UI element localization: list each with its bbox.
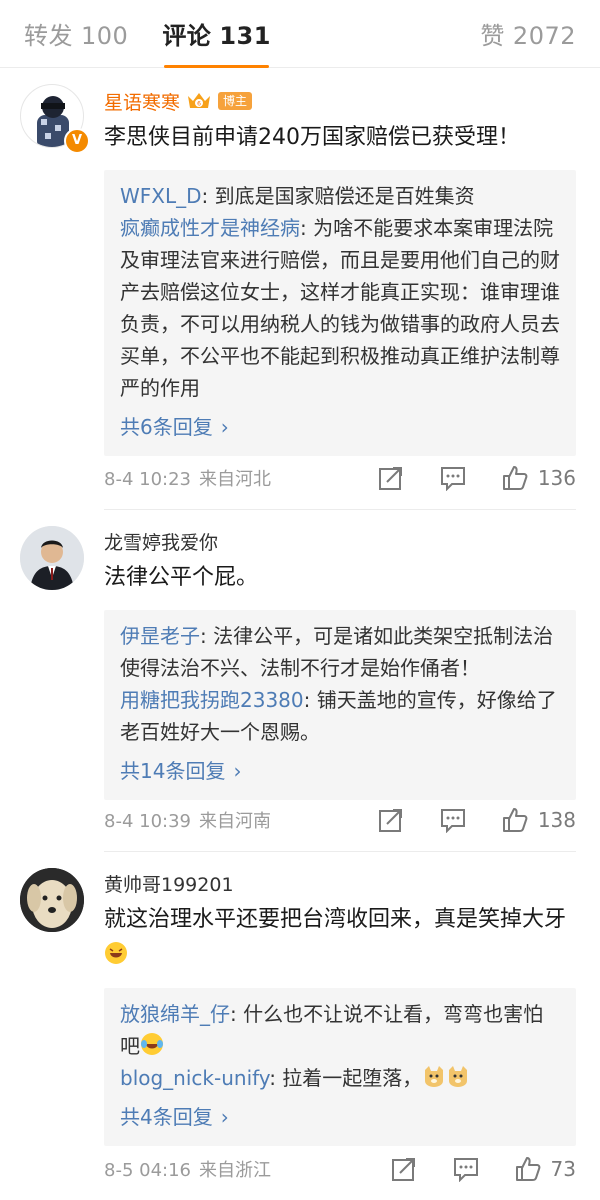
comment-meta: 8-5 04:16 来自浙江 [104, 1156, 391, 1182]
thumbs-up-icon[interactable] [515, 1156, 541, 1182]
reply-user[interactable]: 用糖把我拐跑23380 [120, 688, 304, 712]
more-replies-label: 共14条回复 [120, 759, 226, 783]
reply-box[interactable]: WFXL_D: 到底是国家赔偿还是百姓集资 疯癫成性才是神经病: 为啥不能要求本… [104, 170, 576, 456]
reply-box[interactable]: 伊昰老子: 法律公平，可是诸如此类架空抵制法治使得法治不兴、法制不行才是始作俑者… [104, 610, 576, 800]
reply-user[interactable]: 疯癫成性才是神经病 [120, 216, 300, 240]
avatar[interactable] [20, 868, 84, 932]
tab-repost-count: 100 [81, 22, 129, 50]
comment-icon[interactable] [440, 465, 466, 491]
share-icon[interactable] [378, 465, 404, 491]
svg-text:6: 6 [197, 101, 201, 108]
comment-icon[interactable] [453, 1156, 479, 1182]
reply-item: 用糖把我拐跑23380: 铺天盖地的宣传，好像给了老百姓好大一个恩赐。 [120, 684, 560, 748]
like-count: 136 [537, 466, 576, 490]
username[interactable]: 黄帅哥199201 [104, 870, 234, 897]
doge-emoji-icon [425, 1066, 444, 1087]
comment-footer: 8-5 04:16 来自浙江 73 [104, 1138, 576, 1200]
tab-repost[interactable]: 转发 100 [24, 16, 128, 51]
tab-comment[interactable]: 评论 131 [162, 16, 271, 68]
share-icon[interactable] [378, 807, 404, 833]
reply-item: 放狼绵羊_仔: 什么也不让说不让看，弯弯也害怕吧 [120, 998, 560, 1062]
more-replies-label: 共6条回复 [120, 415, 213, 439]
username[interactable]: 星语寒寒 [104, 88, 180, 115]
reply-text: : 为啥不能要求本案审理法院及审理法官来进行赔偿，而且是要用他们自己的财产去赔偿… [120, 216, 560, 400]
tab-comment-count: 131 [219, 22, 271, 50]
comment-location: 来自浙江 [199, 1160, 271, 1181]
author-badge: 博主 [218, 92, 253, 110]
comment-text-block: 就这治理水平还要把台湾收回来，真是笑掉大牙 [104, 902, 600, 974]
reply-user[interactable]: 放狼绵羊_仔 [120, 1002, 230, 1026]
comment-header: 黄帅哥199201 [104, 866, 600, 900]
tab-like[interactable]: 赞 2072 [480, 16, 576, 51]
reply-user[interactable]: 伊昰老子 [120, 624, 200, 648]
reply-text: : 到底是国家赔偿还是百姓集资 [201, 184, 475, 208]
more-replies-link[interactable]: 共6条回复 › [120, 412, 560, 442]
laughing-emoji-icon [105, 942, 127, 964]
reply-item: WFXL_D: 到底是国家赔偿还是百姓集资 [120, 180, 560, 212]
share-icon[interactable] [391, 1156, 417, 1182]
tab-repost-label: 转发 [24, 22, 73, 50]
username[interactable]: 龙雪婷我爱你 [104, 528, 218, 555]
chevron-right-icon: › [220, 1105, 229, 1129]
reply-item: 伊昰老子: 法律公平，可是诸如此类架空抵制法治使得法治不兴、法制不行才是始作俑者… [120, 620, 560, 684]
comment-footer: 8-4 10:39 来自河南 138 [104, 789, 576, 852]
crying-laughing-emoji-icon [141, 1033, 163, 1055]
reply-user[interactable]: WFXL_D [120, 184, 202, 208]
like-count: 138 [537, 808, 576, 832]
comment-header: 星语寒寒 6 博主 [104, 84, 600, 118]
reply-item: blog_nick-unify: 拉着一起堕落， [120, 1062, 560, 1094]
chevron-right-icon: › [220, 415, 229, 439]
tab-like-count: 2072 [512, 22, 576, 50]
like-count: 73 [550, 1157, 576, 1181]
reply-box[interactable]: 放狼绵羊_仔: 什么也不让说不让看，弯弯也害怕吧 blog_nick-unify… [104, 988, 576, 1146]
reply-user[interactable]: blog_nick-unify [120, 1066, 269, 1090]
comment-location: 来自河北 [199, 469, 271, 490]
comment-meta: 8-4 10:39 来自河南 [104, 807, 378, 833]
comment-header: 龙雪婷我爱你 [104, 524, 600, 558]
avatar[interactable] [20, 526, 84, 590]
more-replies-link[interactable]: 共14条回复 › [120, 756, 560, 786]
more-replies-label: 共4条回复 [120, 1105, 213, 1129]
chevron-right-icon: › [233, 759, 242, 783]
comment-icon[interactable] [440, 807, 466, 833]
more-replies-link[interactable]: 共4条回复 › [120, 1102, 560, 1132]
comment-tabs: 转发 100 评论 131 赞 2072 [0, 0, 600, 68]
comment-date: 8-4 10:39 [104, 811, 191, 832]
comment-date: 8-5 04:16 [104, 1160, 191, 1181]
comment-date: 8-4 10:23 [104, 469, 191, 490]
comment-item: 龙雪婷我爱你 法律公平个屁。 伊昰老子: 法律公平，可是诸如此类架空抵制法治使得… [0, 510, 600, 852]
avatar-person-icon [20, 526, 84, 590]
avatar-dog-icon [20, 868, 84, 932]
comment-text: 李思侠目前申请240万国家赔偿已获受理！ [104, 125, 520, 150]
comment-text: 就这治理水平还要把台湾收回来，真是笑掉大牙 [104, 907, 567, 932]
comment-item: 黄帅哥199201 就这治理水平还要把台湾收回来，真是笑掉大牙 放狼绵羊_仔: … [0, 852, 600, 1200]
comment-text: 法律公平个屁。 [104, 565, 259, 590]
doge-emoji-icon [449, 1066, 468, 1087]
thumbs-up-icon[interactable] [502, 465, 528, 491]
comment-meta: 8-4 10:23 来自河北 [104, 465, 378, 491]
tab-comment-label: 评论 [162, 22, 212, 50]
tab-like-label: 赞 [480, 22, 505, 50]
reply-text: : 拉着一起堕落， [269, 1066, 423, 1090]
comment-location: 来自河南 [199, 811, 271, 832]
thumbs-up-icon[interactable] [502, 807, 528, 833]
verified-badge-icon: V [64, 128, 90, 154]
comment-footer: 8-4 10:23 来自河北 136 [104, 447, 576, 510]
comment-item: V 星语寒寒 6 博主 李思侠目前申请240万国家赔偿已获受理！ WFXL_D:… [0, 68, 600, 510]
reply-item: 疯癫成性才是神经病: 为啥不能要求本案审理法院及审理法官来进行赔偿，而且是要用他… [120, 212, 560, 404]
vip-crown-icon: 6 [188, 93, 211, 108]
